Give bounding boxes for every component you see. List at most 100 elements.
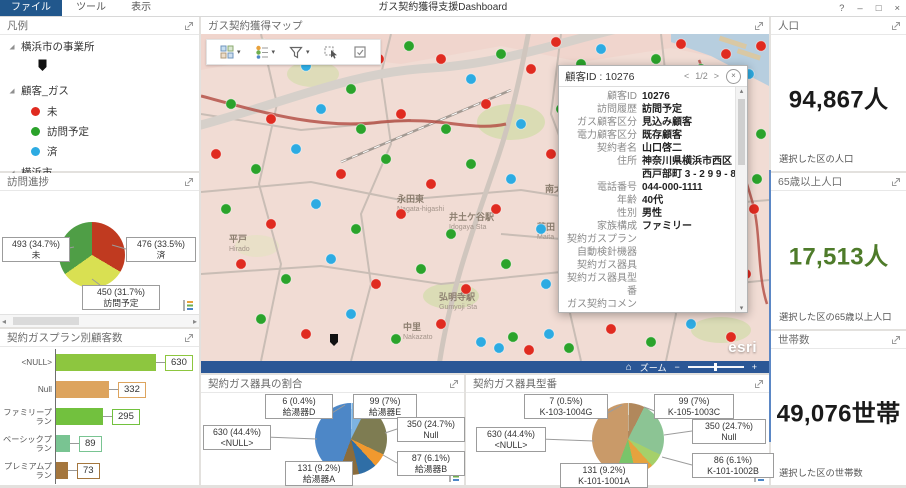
customer-point[interactable] bbox=[371, 279, 381, 289]
expand-panel-icon[interactable] bbox=[891, 177, 901, 187]
customer-point[interactable] bbox=[436, 319, 446, 329]
customer-point[interactable] bbox=[211, 149, 221, 159]
expand-panel-icon[interactable] bbox=[184, 21, 194, 31]
customer-point[interactable] bbox=[441, 124, 451, 134]
tree-expand-icon[interactable] bbox=[8, 43, 16, 51]
customer-point[interactable] bbox=[501, 259, 511, 269]
customer-point[interactable] bbox=[686, 319, 696, 329]
popup-scrollbar-thumb[interactable] bbox=[738, 99, 745, 165]
bar[interactable] bbox=[56, 435, 70, 452]
popup-close-icon[interactable]: × bbox=[726, 69, 741, 84]
customer-point[interactable] bbox=[346, 309, 356, 319]
expand-panel-icon[interactable] bbox=[891, 335, 901, 345]
legend-group-0[interactable]: 横浜市の事業所 bbox=[0, 35, 199, 57]
customer-point[interactable] bbox=[316, 104, 326, 114]
zoom-out-button[interactable]: − bbox=[674, 362, 679, 372]
customer-point[interactable] bbox=[266, 219, 276, 229]
customer-point[interactable] bbox=[506, 174, 516, 184]
renderer-tool[interactable]: ▾ bbox=[249, 45, 282, 59]
customer-point[interactable] bbox=[391, 334, 401, 344]
customer-point[interactable] bbox=[351, 224, 361, 234]
customer-point[interactable] bbox=[466, 74, 476, 84]
customer-point[interactable] bbox=[301, 329, 311, 339]
extent-tool[interactable] bbox=[347, 45, 373, 59]
bar[interactable] bbox=[56, 408, 103, 425]
restore-icon[interactable]: □ bbox=[876, 3, 882, 14]
customer-point[interactable] bbox=[721, 49, 731, 59]
tab-view[interactable]: 表示 bbox=[120, 0, 162, 16]
popup-prev-button[interactable]: < bbox=[684, 71, 689, 81]
customer-point[interactable] bbox=[496, 49, 506, 59]
expand-panel-icon[interactable] bbox=[891, 21, 901, 31]
customer-point[interactable] bbox=[291, 144, 301, 154]
customer-point[interactable] bbox=[466, 159, 476, 169]
zoom-slider-handle[interactable] bbox=[714, 363, 717, 371]
panel-splitter[interactable] bbox=[769, 170, 771, 442]
customer-point[interactable] bbox=[461, 284, 471, 294]
customer-point[interactable] bbox=[541, 279, 551, 289]
customer-point[interactable] bbox=[481, 99, 491, 109]
customer-point[interactable] bbox=[749, 204, 759, 214]
customer-point[interactable] bbox=[646, 337, 656, 347]
customer-point[interactable] bbox=[536, 224, 546, 234]
customer-point[interactable] bbox=[551, 37, 561, 47]
expand-panel-icon[interactable] bbox=[184, 333, 194, 343]
expand-panel-icon[interactable] bbox=[449, 379, 459, 389]
customer-point[interactable] bbox=[404, 41, 414, 51]
basemap-tool[interactable]: ▾ bbox=[214, 45, 247, 59]
customer-point[interactable] bbox=[596, 44, 606, 54]
customer-point[interactable] bbox=[356, 124, 366, 134]
tree-expand-icon[interactable] bbox=[8, 87, 16, 95]
customer-point[interactable] bbox=[476, 337, 486, 347]
expand-panel-icon[interactable] bbox=[754, 21, 764, 31]
customer-point[interactable] bbox=[346, 84, 356, 94]
zoom-in-button[interactable]: + bbox=[752, 362, 757, 372]
customer-point[interactable] bbox=[606, 324, 616, 334]
customer-point[interactable] bbox=[756, 129, 766, 139]
close-icon[interactable]: × bbox=[894, 3, 900, 14]
bar[interactable] bbox=[56, 381, 109, 398]
customer-point[interactable] bbox=[756, 41, 766, 51]
expand-panel-icon[interactable] bbox=[754, 379, 764, 389]
chart-legend-icon[interactable] bbox=[181, 299, 194, 312]
customer-point[interactable] bbox=[221, 204, 231, 214]
customer-point[interactable] bbox=[326, 254, 336, 264]
customer-point[interactable] bbox=[544, 329, 554, 339]
customer-point[interactable] bbox=[396, 209, 406, 219]
customer-point[interactable] bbox=[508, 332, 518, 342]
customer-point[interactable] bbox=[281, 274, 291, 284]
tab-tools[interactable]: ツール bbox=[65, 0, 117, 16]
bar[interactable] bbox=[56, 462, 68, 479]
customer-point[interactable] bbox=[491, 204, 501, 214]
customer-point[interactable] bbox=[236, 259, 246, 269]
bar[interactable] bbox=[56, 354, 156, 371]
customer-point[interactable] bbox=[564, 343, 574, 353]
customer-point[interactable] bbox=[396, 109, 406, 119]
help-icon[interactable]: ? bbox=[839, 3, 844, 14]
customer-point[interactable] bbox=[381, 154, 391, 164]
home-icon[interactable]: ⌂ bbox=[626, 362, 632, 373]
customer-point[interactable] bbox=[426, 179, 436, 189]
zoom-slider[interactable] bbox=[688, 366, 744, 368]
horizontal-scrollbar[interactable]: ◂▸ bbox=[0, 314, 199, 327]
customer-point[interactable] bbox=[516, 119, 526, 129]
customer-point[interactable] bbox=[251, 164, 261, 174]
customer-point[interactable] bbox=[416, 264, 426, 274]
customer-point[interactable] bbox=[494, 343, 504, 353]
popup-scrollbar[interactable]: ▴▾ bbox=[735, 87, 747, 312]
popup-next-button[interactable]: > bbox=[714, 71, 719, 81]
legend-group-1[interactable]: 顧客_ガス bbox=[0, 79, 199, 101]
customer-point[interactable] bbox=[524, 345, 534, 355]
customer-point[interactable] bbox=[651, 54, 661, 64]
customer-point[interactable] bbox=[266, 114, 276, 124]
filter-tool[interactable]: ▾ bbox=[283, 46, 316, 59]
scrollbar-thumb[interactable] bbox=[13, 317, 79, 325]
select-tool[interactable] bbox=[318, 45, 345, 59]
expand-panel-icon[interactable] bbox=[184, 177, 194, 187]
customer-point[interactable] bbox=[546, 149, 556, 159]
customer-point[interactable] bbox=[752, 174, 762, 184]
minimize-icon[interactable]: – bbox=[857, 3, 862, 14]
customer-point[interactable] bbox=[256, 314, 266, 324]
customer-point[interactable] bbox=[446, 229, 456, 239]
customer-point[interactable] bbox=[436, 54, 446, 64]
